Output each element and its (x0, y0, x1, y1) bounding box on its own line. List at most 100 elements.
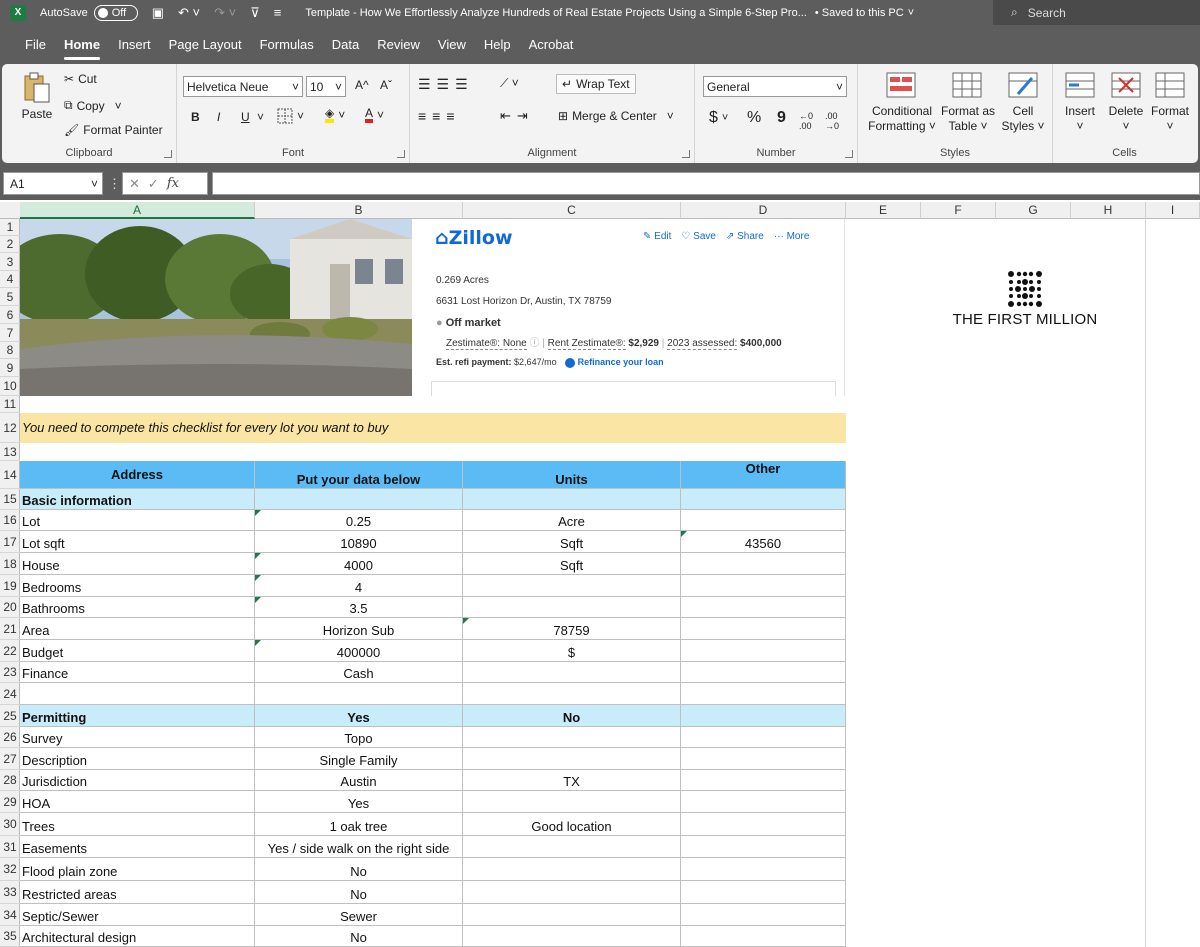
row-label[interactable]: Restricted areas (20, 881, 255, 904)
menu-home[interactable]: Home (55, 25, 109, 63)
units-cell[interactable]: $ (463, 640, 681, 662)
error-indicator-icon[interactable] (255, 640, 261, 646)
other-cell[interactable]: 43560 (681, 531, 846, 553)
redo-icon[interactable]: ↷ ˅ (214, 5, 236, 21)
error-indicator-icon[interactable] (255, 597, 261, 603)
column-header-i[interactable]: I (1146, 202, 1200, 219)
currency-button[interactable]: $ ˅ (709, 109, 728, 127)
bold-button[interactable]: B (191, 110, 200, 124)
no-cell[interactable]: Good location (463, 813, 681, 836)
table-cell[interactable] (681, 770, 846, 791)
column-header-h[interactable]: H (1071, 202, 1146, 219)
row-header[interactable]: 26 (0, 727, 20, 748)
other-cell[interactable] (681, 575, 846, 597)
table-cell[interactable] (255, 489, 463, 510)
menu-data[interactable]: Data (323, 25, 368, 63)
header-address[interactable]: Address (20, 461, 255, 489)
yes-cell[interactable]: No (255, 926, 463, 947)
data-cell[interactable]: 4 (255, 575, 463, 597)
chevron-down-icon[interactable]: ˅ (257, 110, 264, 124)
table-cell[interactable] (681, 926, 846, 947)
permit-no-header[interactable]: No (463, 705, 681, 727)
row-header[interactable]: 13 (0, 443, 20, 461)
table-cell[interactable] (681, 705, 846, 727)
row-label[interactable]: Jurisdiction (20, 770, 255, 791)
column-header-f[interactable]: F (921, 202, 996, 219)
copy-button[interactable]: ⧉ Copy ˅ (64, 98, 122, 113)
no-cell[interactable] (463, 881, 681, 904)
data-cell[interactable]: Cash (255, 662, 463, 683)
house-photo[interactable] (20, 219, 412, 396)
row-label[interactable]: Bedrooms (20, 575, 255, 597)
orientation-icon[interactable]: ⟋ ˅ (500, 76, 519, 91)
no-cell[interactable] (463, 836, 681, 858)
section-basic-info[interactable]: Basic information (20, 489, 255, 510)
error-indicator-icon[interactable] (463, 618, 469, 624)
row-label[interactable]: Flood plain zone (20, 858, 255, 881)
no-cell[interactable] (463, 791, 681, 813)
number-launcher-icon[interactable] (845, 150, 853, 158)
no-cell[interactable] (463, 926, 681, 947)
row-header[interactable]: 35 (0, 926, 20, 947)
row-header[interactable]: 18 (0, 553, 20, 575)
table-cell[interactable] (681, 836, 846, 858)
column-header-d[interactable]: D (681, 202, 846, 219)
percent-button[interactable]: % (747, 109, 761, 127)
yes-cell[interactable]: Single Family (255, 748, 463, 770)
row-label[interactable]: House (20, 553, 255, 575)
enter-icon[interactable]: ✓ (148, 176, 159, 192)
table-cell[interactable] (681, 813, 846, 836)
row-header[interactable]: 22 (0, 640, 20, 662)
insert-function-button[interactable]: fx (167, 176, 179, 191)
undo-icon[interactable]: ↶ ˅ (178, 5, 200, 21)
cancel-icon[interactable]: ✕ (129, 176, 140, 192)
autosave-toggle[interactable]: Off (93, 4, 138, 21)
filter-icon[interactable]: ⊽ (250, 5, 260, 21)
units-cell[interactable]: Sqft (463, 553, 681, 575)
fill-color-icon[interactable]: ◈ ˅ (325, 107, 345, 123)
row-label[interactable]: Survey (20, 727, 255, 748)
row-header[interactable]: 32 (0, 858, 20, 881)
units-cell[interactable]: Sqft (463, 531, 681, 553)
row-label[interactable]: Lot (20, 510, 255, 531)
font-launcher-icon[interactable] (397, 150, 405, 158)
data-cell[interactable]: Horizon Sub (255, 618, 463, 640)
row-label[interactable]: Lot sqft (20, 531, 255, 553)
menu-acrobat[interactable]: Acrobat (520, 25, 583, 63)
no-cell[interactable] (463, 748, 681, 770)
table-cell[interactable] (255, 683, 463, 705)
error-indicator-icon[interactable] (681, 531, 687, 537)
row-header[interactable]: 25 (0, 705, 20, 727)
row-label[interactable]: Bathrooms (20, 597, 255, 618)
header-data[interactable]: Put your data below (255, 461, 463, 489)
checklist-notice[interactable]: You need to compete this checklist for e… (20, 413, 846, 443)
horizontal-align-icons[interactable]: ≡≡≡ (418, 108, 461, 124)
table-cell[interactable] (681, 858, 846, 881)
underline-button[interactable]: U (241, 110, 250, 124)
row-header[interactable]: 29 (0, 791, 20, 813)
yes-cell[interactable]: 1 oak tree (255, 813, 463, 836)
row-label[interactable]: Easements (20, 836, 255, 858)
units-cell[interactable] (463, 597, 681, 618)
row-header[interactable]: 19 (0, 575, 20, 597)
row-header[interactable]: 31 (0, 836, 20, 858)
error-indicator-icon[interactable] (255, 553, 261, 559)
other-cell[interactable] (681, 597, 846, 618)
formula-input[interactable] (212, 172, 1200, 195)
units-cell[interactable] (463, 575, 681, 597)
wrap-text-button[interactable]: ↵ Wrap Text (556, 74, 636, 94)
table-cell[interactable] (463, 683, 681, 705)
menu-file[interactable]: File (16, 25, 55, 63)
vertical-align-icons[interactable]: ☰☰☰ (418, 76, 474, 93)
section-permitting[interactable]: Permitting (20, 705, 255, 727)
data-cell[interactable]: 400000 (255, 640, 463, 662)
cut-button[interactable]: ✂ Cut (64, 72, 97, 86)
row-label[interactable]: Area (20, 618, 255, 640)
other-cell[interactable] (681, 640, 846, 662)
row-label[interactable]: Septic/Sewer (20, 904, 255, 926)
alignment-launcher-icon[interactable] (682, 150, 690, 158)
row-header[interactable]: 11 (0, 396, 20, 413)
merge-center-button[interactable]: ⊞ Merge & Center ˅ (558, 109, 674, 123)
customize-toolbar-icon[interactable]: ≡ (274, 5, 282, 21)
menu-help[interactable]: Help (475, 25, 520, 63)
